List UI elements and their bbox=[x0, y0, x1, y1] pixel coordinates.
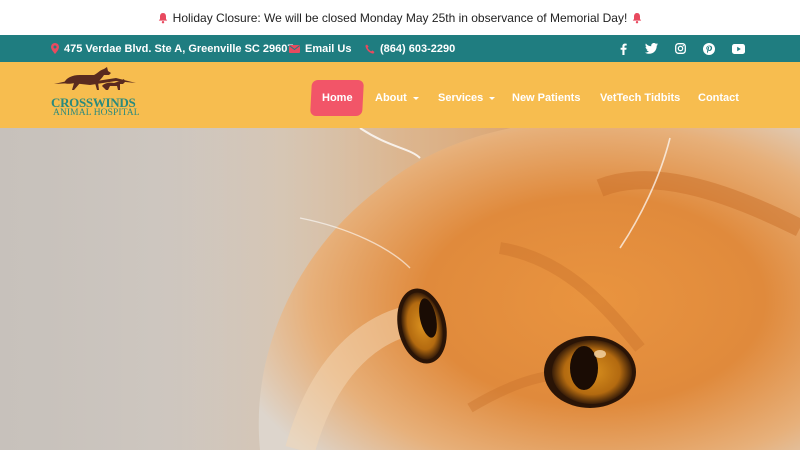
nav-home[interactable]: Home bbox=[310, 80, 364, 116]
site-logo[interactable]: CROSSWINDS ANIMAL HOSPITAL bbox=[50, 66, 142, 122]
address-text: 475 Verdae Blvd. Ste A, Greenville SC 29… bbox=[64, 42, 294, 55]
nav-services-label: Services bbox=[438, 92, 484, 104]
youtube-icon bbox=[731, 43, 745, 54]
nav-new-patients[interactable]: New Patients bbox=[512, 80, 580, 116]
caret-down-icon bbox=[489, 96, 496, 100]
announcement-bar: Holiday Closure: We will be closed Monda… bbox=[0, 0, 800, 35]
main-navbar: CROSSWINDS ANIMAL HOSPITAL Home About Se… bbox=[0, 62, 800, 128]
phone-link[interactable]: (864) 603-2290 bbox=[365, 35, 455, 62]
nav-contact-label: Contact bbox=[698, 92, 739, 104]
cat-illustration bbox=[0, 128, 800, 450]
instagram-icon bbox=[674, 43, 686, 54]
nav-about[interactable]: About bbox=[375, 80, 419, 116]
nav-about-label: About bbox=[375, 92, 407, 104]
caret-down-icon bbox=[412, 96, 419, 100]
pinterest-icon bbox=[703, 42, 715, 55]
nav-vettech-label: VetTech Tidbits bbox=[600, 92, 681, 104]
phone-icon bbox=[365, 44, 375, 54]
facebook-icon bbox=[620, 43, 627, 55]
envelope-icon bbox=[289, 44, 300, 53]
email-link[interactable]: Email Us bbox=[289, 35, 351, 62]
nav-services[interactable]: Services bbox=[438, 80, 496, 116]
nav-new-patients-label: New Patients bbox=[512, 92, 581, 104]
twitter-icon bbox=[644, 43, 658, 54]
nav-home-label: Home bbox=[321, 92, 353, 104]
email-label: Email Us bbox=[305, 42, 352, 55]
instagram-link[interactable] bbox=[670, 35, 690, 62]
nav-vettech-tidbits[interactable]: VetTech Tidbits bbox=[600, 80, 680, 116]
map-pin-icon bbox=[51, 43, 59, 54]
twitter-link[interactable] bbox=[641, 35, 661, 62]
phone-text: (864) 603-2290 bbox=[380, 42, 456, 55]
logo-line2: ANIMAL HOSPITAL bbox=[53, 108, 140, 118]
announcement-text: Holiday Closure: We will be closed Monda… bbox=[172, 10, 628, 25]
horse-dog-logo-icon bbox=[54, 67, 136, 90]
bell-icon bbox=[158, 12, 167, 23]
nav-contact[interactable]: Contact bbox=[698, 80, 739, 116]
pinterest-link[interactable] bbox=[699, 35, 719, 62]
bell-icon bbox=[633, 12, 642, 23]
address-link[interactable]: 475 Verdae Blvd. Ste A, Greenville SC 29… bbox=[51, 35, 294, 62]
contact-topbar: 475 Verdae Blvd. Ste A, Greenville SC 29… bbox=[0, 35, 800, 62]
facebook-link[interactable] bbox=[613, 35, 633, 62]
hero-cat-image bbox=[0, 128, 800, 450]
youtube-link[interactable] bbox=[728, 35, 748, 62]
